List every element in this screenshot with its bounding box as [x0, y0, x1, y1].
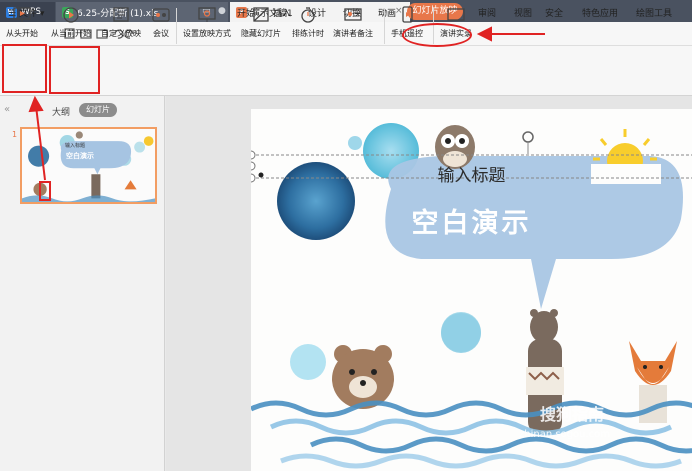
- slide-subtitle[interactable]: 空白演示: [251, 201, 692, 240]
- setup-show-button[interactable]: 设置放映方式: [183, 6, 231, 39]
- play-from-start-label: 从头开始: [6, 29, 38, 38]
- meeting-icon: [152, 8, 170, 22]
- rehearse-timing-label: 排练计时: [292, 29, 324, 38]
- record-icon: [447, 8, 465, 21]
- thumbnail-title: 输入标题: [65, 143, 86, 149]
- thumbnail-subtitle: 空白演示: [66, 152, 94, 160]
- custom-show-icon: [113, 7, 129, 22]
- toolbar-divider: [384, 8, 385, 44]
- phone-remote-icon: [402, 6, 413, 23]
- meeting-button[interactable]: 会议: [151, 6, 171, 39]
- slide-title[interactable]: 输入标题: [251, 161, 692, 186]
- watermark-url: zhinan.sogou.com: [519, 429, 611, 440]
- speaker-notes-label: 演讲者备注: [333, 29, 373, 38]
- toolbar-divider: [176, 8, 177, 44]
- annotation-circle: [402, 23, 472, 47]
- small-blue-dot: [441, 312, 481, 352]
- slide-number: 1: [12, 130, 18, 139]
- hide-slide-icon: [253, 7, 269, 22]
- tab-slides[interactable]: 幻灯片: [79, 103, 117, 117]
- setup-show-icon: [198, 7, 216, 22]
- play-from-current-label: 从当前开始: [51, 29, 91, 38]
- stopwatch-icon: [301, 7, 315, 23]
- annotation-box-play-from-start: [2, 44, 47, 93]
- hide-slide-button[interactable]: 隐藏幻灯片: [241, 6, 281, 39]
- play-from-start-button[interactable]: 从头开始: [6, 6, 38, 39]
- water-waves: [251, 400, 692, 469]
- tab-outline[interactable]: 大纲: [52, 105, 70, 118]
- meeting-label: 会议: [153, 29, 169, 38]
- speaker-notes-button[interactable]: 演讲者备注: [333, 6, 373, 39]
- annotation-box-play-from-current: [49, 46, 100, 94]
- setup-show-label: 设置放映方式: [183, 29, 231, 38]
- monitor-play-icon: [13, 7, 31, 22]
- menu-special-apps[interactable]: 特色应用: [582, 6, 618, 19]
- small-dot: [348, 136, 362, 150]
- watermark-text: 搜狗指南: [540, 405, 605, 424]
- speaker-notes-icon: [344, 8, 362, 21]
- bear-icon: [332, 345, 394, 409]
- slide-canvas[interactable]: 输入标题 空白演示: [251, 109, 692, 471]
- annotation-box-thumbnail: [39, 181, 51, 201]
- custom-show-button[interactable]: 自定义放映: [101, 6, 141, 39]
- menu-view[interactable]: 视图: [514, 6, 532, 19]
- menu-review[interactable]: 审阅: [478, 6, 496, 19]
- rehearse-timing-button[interactable]: 排练计时: [292, 6, 324, 39]
- hide-slide-label: 隐藏幻灯片: [241, 29, 281, 38]
- collapse-pane-icon[interactable]: «: [4, 104, 10, 115]
- chevron-down-icon: ▾: [36, 9, 45, 19]
- custom-show-label: 自定义放映: [101, 29, 141, 38]
- light-dot: [290, 344, 326, 380]
- menu-security[interactable]: 安全: [545, 6, 563, 19]
- rotate-handle-icon: [522, 131, 534, 143]
- ribbon-toolbar: [0, 46, 692, 96]
- play-from-current-button[interactable]: 从当前开始: [51, 6, 91, 39]
- menu-drawing-tools[interactable]: 绘图工具: [636, 6, 672, 19]
- play-circle-icon: [63, 7, 79, 23]
